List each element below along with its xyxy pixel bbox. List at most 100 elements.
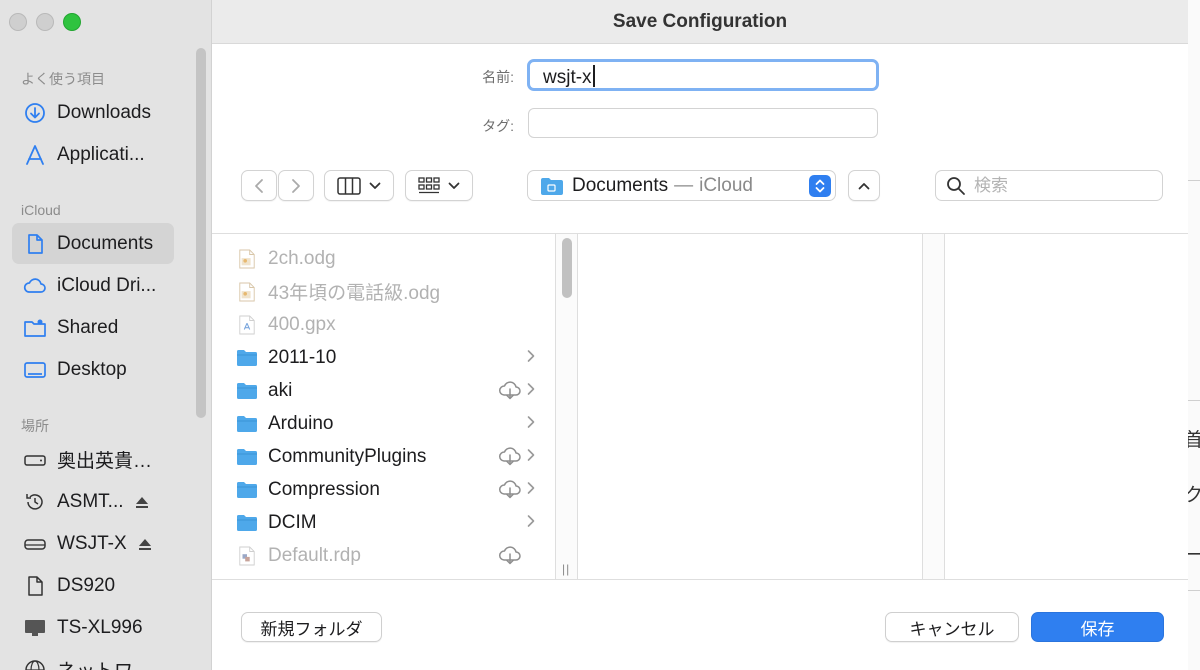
chevron-down-icon [448,182,460,189]
sidebar-item-label: 奥出英貴… [57,451,153,472]
view-mode-button[interactable] [324,170,394,201]
folder-row[interactable]: aki [236,374,536,407]
forward-button[interactable] [278,170,314,201]
sidebar-item-downloads[interactable]: Downloads [12,92,174,133]
name-label: 名前: [482,69,514,85]
sidebar-item-ds920[interactable]: DS920 [12,565,174,606]
gpx-file-icon [236,314,258,336]
sidebar-item-asmt[interactable]: ASMT... [12,481,174,522]
column-view-icon [337,176,361,195]
folder-icon [541,177,563,195]
sidebar-scrollbar[interactable] [196,48,206,418]
grid-icon [418,176,440,193]
sidebar-item-shared[interactable]: Shared [12,307,174,348]
cloud-download-icon[interactable] [498,446,522,466]
sidebar-item-label: Desktop [57,358,127,380]
new-folder-button[interactable]: 新規フォルダ [241,612,382,642]
eject-icon[interactable] [134,494,150,510]
background-window: 首 ク ー [1188,0,1200,670]
file-browser: 2ch.odg 43年頃の電話級.odg 400.gpx 2011-10 aki Ardu… [212,233,1188,580]
file-name: Compression [268,478,380,500]
file-column: 2ch.odg 43年頃の電話級.odg 400.gpx 2011-10 aki Ardu… [212,234,556,579]
sidebar-item-desktop[interactable]: Desktop [12,349,174,390]
sidebar-item-location-1[interactable]: 奥出英貴… [12,439,174,480]
chevron-left-icon [255,178,263,193]
sidebar-item-applications[interactable]: Applicati... [12,134,174,175]
sidebar-item-label: WSJT-X [57,532,127,554]
file-name: DCIM [268,511,317,533]
file-name: 400.gpx [268,313,336,335]
folder-icon [236,413,258,435]
chevron-right-icon [292,178,300,193]
sidebar-item-network[interactable]: ネットワ... [12,649,174,670]
location-separator: — [674,174,694,196]
sidebar-item-label: Shared [57,316,119,338]
divider [1188,180,1200,181]
file-name: Default.rdp [268,544,361,566]
divider [1188,590,1200,591]
document-icon [23,232,47,256]
group-by-button[interactable] [405,170,473,201]
file-name: 2011-10 [268,346,337,368]
folder-row[interactable]: CommunityPlugins [236,440,536,473]
file-row[interactable]: 43年頃の電話級.odg [236,275,536,308]
cloud-download-icon[interactable] [498,380,522,400]
save-dialog: Save Configuration 名前: wsjt-x タグ: Docume… [212,0,1188,670]
file-name: 43年頃の電話級.odg [268,283,441,304]
location-popup[interactable]: Documents — iCloud [527,170,836,201]
sidebar: よく使う項目 Downloads Applicati... iCloud Doc… [0,0,212,670]
window-controls [9,13,81,31]
search-input[interactable] [974,175,1154,196]
column-resize-grip[interactable]: || [562,562,570,576]
close-window-button[interactable] [9,13,27,31]
sidebar-item-label: ネットワ... [57,656,149,670]
applications-icon [23,143,47,167]
eject-icon[interactable] [137,536,153,552]
folder-icon [236,512,258,534]
desktop-icon [23,358,47,382]
folder-row[interactable]: Arduino [236,407,536,440]
column-divider[interactable] [923,234,945,579]
folder-icon [236,479,258,501]
sidebar-item-label: Documents [57,232,154,254]
document-icon [23,574,47,598]
sidebar-item-icloud-drive[interactable]: iCloud Dri... [12,265,174,306]
chevron-right-icon [526,447,536,463]
zoom-window-button[interactable] [63,13,81,31]
search-icon [947,176,965,195]
sidebar-item-ts-xl996[interactable]: TS-XL996 [12,607,174,648]
sidebar-item-label: TS-XL996 [57,616,143,638]
name-input[interactable]: wsjt-x [527,59,879,91]
rdp-file-icon [236,545,258,567]
file-row[interactable]: Default.rdp [236,539,536,572]
tag-label: タグ: [482,118,514,134]
tag-input[interactable] [528,108,878,138]
save-button[interactable]: 保存 [1031,612,1164,642]
column-scrollbar[interactable]: || [556,234,578,579]
favorites-header: よく使う項目 [21,71,105,87]
back-button[interactable] [241,170,277,201]
folder-row[interactable]: 2011-10 [236,341,536,374]
folder-icon [236,380,258,402]
chevron-up-icon [858,182,870,189]
file-row[interactable]: 400.gpx [236,308,536,341]
chevron-right-icon [526,480,536,496]
sidebar-item-documents[interactable]: Documents [12,223,174,264]
search-field[interactable] [935,170,1163,201]
cancel-button[interactable]: キャンセル [885,612,1019,642]
file-row[interactable]: 2ch.odg [236,242,536,275]
sidebar-item-wsjt-x[interactable]: WSJT-X [12,523,174,564]
minimize-window-button[interactable] [36,13,54,31]
network-icon [23,658,47,670]
chevron-right-icon [526,381,536,397]
folder-row[interactable]: DCIM [236,506,536,539]
time-machine-icon [23,490,47,514]
empty-column [579,234,923,579]
cloud-download-icon[interactable] [498,479,522,499]
folder-row[interactable]: Compression [236,473,536,506]
file-name: CommunityPlugins [268,445,427,467]
scroll-thumb[interactable] [562,238,572,298]
collapse-button[interactable] [848,170,880,201]
location-sub: iCloud [699,174,753,196]
cloud-download-icon[interactable] [498,545,522,565]
